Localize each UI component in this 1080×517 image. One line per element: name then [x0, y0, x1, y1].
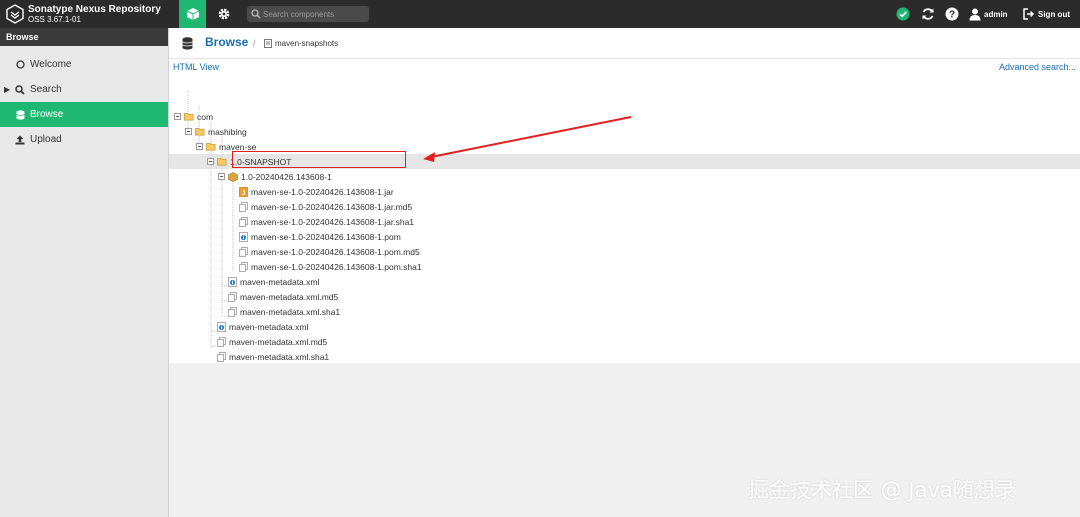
- app-version: OSS 3.67.1-01: [28, 15, 81, 24]
- nav-administration-button[interactable]: [212, 0, 236, 28]
- sidebar-item-search[interactable]: ▶ Search: [0, 77, 168, 102]
- tree-node[interactable]: maven-metadata.xml.md5: [227, 289, 338, 304]
- watermark: 掘金技术社区 @ Java随想录: [748, 478, 1016, 502]
- tree-node[interactable]: maven-metadata.xml.sha1: [227, 304, 340, 319]
- brand[interactable]: Sonatype Nexus Repository OSS 3.67.1-01: [6, 3, 176, 25]
- tree-node-label: maven-metadata.xml: [240, 276, 320, 287]
- sidebar-header: Browse: [0, 28, 168, 46]
- tree-node-label: maven-metadata.xml.md5: [240, 291, 339, 302]
- tree-node[interactable]: maven-se-1.0-20240426.143608-1.pom.md5: [238, 244, 420, 259]
- file-icon: [238, 261, 248, 272]
- help-button[interactable]: ?: [944, 6, 960, 22]
- database-icon: [15, 109, 25, 120]
- main-content: Browse / maven-snapshots HTML View Advan…: [169, 28, 1080, 517]
- sidebar-item-upload[interactable]: Upload: [0, 127, 168, 152]
- username-label: admin: [984, 9, 1008, 19]
- check-circle-icon: [896, 7, 910, 21]
- xml-file-icon: [227, 276, 237, 287]
- tree-node[interactable]: maven-se-1.0-20240426.143608-1.pom.sha1: [238, 259, 422, 274]
- user-account-button[interactable]: admin: [969, 6, 1008, 22]
- annotation-arrow: [423, 116, 632, 162]
- svg-text:?: ?: [949, 10, 955, 21]
- refresh-button[interactable]: [920, 6, 936, 22]
- file-icon: [227, 306, 237, 317]
- tree-node-label: maven-metadata.xml.sha1: [229, 351, 330, 362]
- system-status-button[interactable]: [895, 6, 911, 22]
- tree-node-label: maven-se-1.0-20240426.143608-1.pom: [251, 231, 401, 242]
- nav-browse-button[interactable]: [179, 0, 206, 28]
- tree-node-label: maven-metadata.xml.md5: [229, 336, 328, 347]
- app-title: Sonatype Nexus Repository: [28, 4, 161, 15]
- sign-out-icon: [1023, 8, 1035, 20]
- sign-out-button[interactable]: Sign out: [1023, 6, 1070, 22]
- top-bar: Sonatype Nexus Repository OSS 3.67.1-01: [0, 0, 1080, 28]
- nexus-logo-icon: [6, 4, 24, 24]
- pom-file-icon: [238, 231, 248, 242]
- cube-icon: [186, 8, 199, 20]
- search-icon: [15, 84, 25, 95]
- file-icon: [238, 246, 248, 257]
- caret-right-icon[interactable]: ▶: [4, 85, 10, 94]
- gear-icon: [218, 8, 230, 20]
- sign-out-label: Sign out: [1038, 9, 1070, 19]
- refresh-icon: [922, 8, 934, 20]
- tree-node[interactable]: maven-metadata.xml: [227, 274, 319, 289]
- file-icon: [216, 351, 226, 362]
- tree-node-label: maven-metadata.xml.sha1: [240, 306, 341, 317]
- tree-node[interactable]: maven-metadata.xml.sha1: [216, 349, 329, 364]
- tree-node-label: maven-se-1.0-20240426.143608-1.pom.sha1: [251, 261, 422, 272]
- tree-node-label: maven-se-1.0-20240426.143608-1.pom.md5: [251, 246, 420, 257]
- search-icon: [251, 9, 261, 19]
- circle-icon: [15, 60, 25, 70]
- sidebar-item-label: Search: [30, 84, 62, 95]
- file-icon: [216, 336, 226, 347]
- search-components-box[interactable]: [247, 6, 369, 22]
- sidebar-item-browse[interactable]: Browse: [0, 102, 168, 127]
- help-icon: ?: [945, 7, 959, 21]
- sidebar-item-label: Browse: [30, 109, 64, 120]
- file-icon: [227, 291, 237, 302]
- sidebar-item-welcome[interactable]: Welcome: [0, 52, 168, 77]
- sidebar: Browse Welcome ▶ Search Browse Upload: [0, 28, 169, 517]
- tree-node[interactable]: maven-metadata.xml: [216, 319, 308, 334]
- xml-file-icon: [216, 321, 226, 332]
- tree-node[interactable]: maven-se-1.0-20240426.143608-1.pom: [238, 229, 401, 244]
- user-icon: [969, 8, 981, 20]
- sidebar-item-label: Welcome: [30, 59, 72, 70]
- search-components-input[interactable]: [263, 7, 365, 21]
- tree-node[interactable]: maven-metadata.xml.md5: [216, 334, 327, 349]
- upload-icon: [15, 135, 25, 145]
- sidebar-item-label: Upload: [30, 134, 62, 145]
- tree-node-label: maven-metadata.xml: [229, 321, 309, 332]
